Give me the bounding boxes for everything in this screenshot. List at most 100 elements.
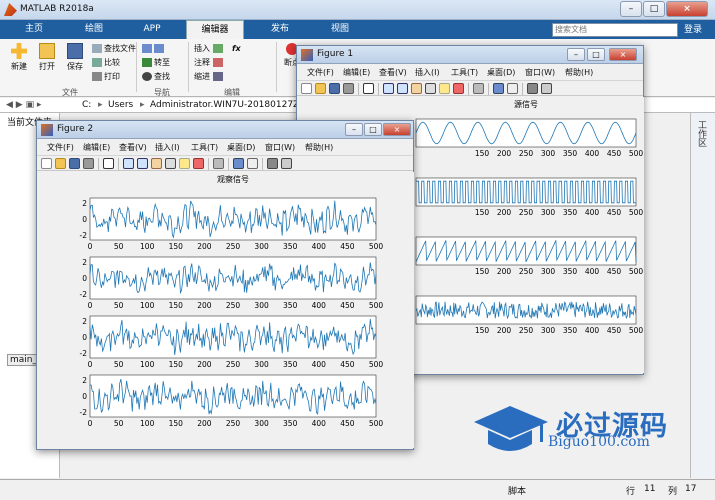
path-admin[interactable]: Administrator.WIN7U-20180127Z bbox=[150, 100, 299, 110]
figure1-minimize-button[interactable]: – bbox=[567, 48, 585, 61]
brush-icon[interactable] bbox=[193, 158, 204, 169]
pointer-icon[interactable] bbox=[103, 158, 114, 169]
data-cursor-icon[interactable] bbox=[439, 83, 450, 94]
x-tick-label: 250 bbox=[519, 208, 534, 217]
goto-button[interactable]: 转至 bbox=[142, 57, 170, 69]
y-tick-label: 0 bbox=[82, 333, 87, 342]
nav-arrows-icon[interactable]: ◀ ▶ ▣ ▸ bbox=[6, 100, 41, 110]
axes-box bbox=[89, 315, 377, 359]
menu-tools[interactable]: 工具(T) bbox=[451, 67, 478, 78]
indent-button[interactable]: 缩进 bbox=[194, 71, 225, 83]
tab-plots[interactable]: 绘图 bbox=[72, 20, 116, 39]
path-drive[interactable]: C: bbox=[82, 100, 91, 110]
print-icon[interactable] bbox=[83, 158, 94, 169]
print-button[interactable]: 打印 bbox=[92, 71, 120, 83]
tab-publish[interactable]: 发布 bbox=[258, 20, 302, 39]
figure2-window[interactable]: Figure 2 – □ × 文件(F) 编辑(E) 查看(V) 插入(I) 工… bbox=[36, 120, 414, 450]
pointer-icon[interactable] bbox=[363, 83, 374, 94]
zoom-in-icon[interactable] bbox=[383, 83, 394, 94]
menu-desktop[interactable]: 桌面(D) bbox=[227, 142, 255, 153]
menu-view[interactable]: 查看(V) bbox=[379, 67, 407, 78]
menu-insert[interactable]: 插入(I) bbox=[415, 67, 440, 78]
tab-view[interactable]: 视图 bbox=[318, 20, 362, 39]
new-file-icon[interactable] bbox=[301, 83, 312, 94]
colorbar-icon[interactable] bbox=[493, 83, 504, 94]
menu-desktop[interactable]: 桌面(D) bbox=[487, 67, 515, 78]
menu-edit[interactable]: 编辑(E) bbox=[83, 142, 110, 153]
ribbon-separator bbox=[276, 42, 277, 92]
menu-view[interactable]: 查看(V) bbox=[119, 142, 147, 153]
show-tools-icon[interactable] bbox=[541, 83, 552, 94]
data-cursor-icon[interactable] bbox=[179, 158, 190, 169]
insert-button[interactable]: 插入 bbox=[194, 43, 225, 55]
save-button[interactable]: 保存 bbox=[62, 43, 88, 72]
open-folder-icon[interactable] bbox=[315, 83, 326, 94]
link-icon[interactable] bbox=[473, 83, 484, 94]
new-file-icon[interactable] bbox=[41, 158, 52, 169]
menu-window[interactable]: 窗口(W) bbox=[525, 67, 555, 78]
figure2-minimize-button[interactable]: – bbox=[345, 123, 363, 136]
back-forward-buttons[interactable] bbox=[142, 43, 166, 55]
menu-help[interactable]: 帮助(H) bbox=[305, 142, 333, 153]
title-bar: MATLAB R2018a – □ × bbox=[0, 0, 715, 20]
find-files-button[interactable]: 查找文件 bbox=[92, 43, 136, 55]
compare-button[interactable]: 比较 bbox=[92, 57, 120, 69]
toolbar-separator bbox=[262, 158, 263, 170]
rotate-icon[interactable] bbox=[165, 158, 176, 169]
colorbar-icon[interactable] bbox=[233, 158, 244, 169]
close-button[interactable]: × bbox=[666, 1, 708, 17]
menu-tools[interactable]: 工具(T) bbox=[191, 142, 218, 153]
tab-apps[interactable]: APP bbox=[130, 20, 174, 39]
hide-tools-icon[interactable] bbox=[267, 158, 278, 169]
zoom-in-icon[interactable] bbox=[123, 158, 134, 169]
figure1-close-button[interactable]: × bbox=[609, 48, 637, 61]
figure1-title-bar[interactable]: Figure 1 – □ × bbox=[297, 46, 643, 64]
tab-home[interactable]: 主页 bbox=[12, 20, 56, 39]
pan-hand-icon[interactable] bbox=[151, 158, 162, 169]
save-icon[interactable] bbox=[329, 83, 340, 94]
fx-button[interactable]: fx bbox=[232, 43, 241, 55]
x-tick-label: 450 bbox=[607, 149, 622, 158]
brush-icon[interactable] bbox=[453, 83, 464, 94]
x-tick-label: 500 bbox=[369, 242, 384, 251]
zoom-out-icon[interactable] bbox=[397, 83, 408, 94]
open-button[interactable]: 打开 bbox=[34, 43, 60, 72]
login-button[interactable]: 登录 bbox=[684, 22, 702, 35]
figure2-close-button[interactable]: × bbox=[383, 123, 411, 136]
menu-edit[interactable]: 编辑(E) bbox=[343, 67, 370, 78]
rotate-icon[interactable] bbox=[425, 83, 436, 94]
figure-icon bbox=[301, 49, 313, 61]
figure2-maximize-button[interactable]: □ bbox=[364, 123, 382, 136]
legend-icon[interactable] bbox=[507, 83, 518, 94]
find-button[interactable]: 查找 bbox=[142, 71, 170, 83]
open-folder-icon[interactable] bbox=[55, 158, 66, 169]
figure2-title-bar[interactable]: Figure 2 – □ × bbox=[37, 121, 413, 139]
zoom-out-icon[interactable] bbox=[137, 158, 148, 169]
status-row: 11 bbox=[644, 484, 656, 494]
minimize-button[interactable]: – bbox=[620, 1, 642, 17]
search-input[interactable]: 搜索文档 bbox=[552, 23, 678, 37]
menu-help[interactable]: 帮助(H) bbox=[565, 67, 593, 78]
tab-editor[interactable]: 编辑器 bbox=[186, 20, 244, 39]
maximize-button[interactable]: □ bbox=[643, 1, 665, 17]
x-tick-label: 450 bbox=[340, 301, 355, 310]
x-tick-label: 350 bbox=[283, 360, 298, 369]
pan-hand-icon[interactable] bbox=[411, 83, 422, 94]
x-tick-label: 100 bbox=[140, 360, 155, 369]
menu-window[interactable]: 窗口(W) bbox=[265, 142, 295, 153]
show-tools-icon[interactable] bbox=[281, 158, 292, 169]
comment-button[interactable]: 注释 bbox=[194, 57, 225, 69]
print-icon[interactable] bbox=[343, 83, 354, 94]
link-icon[interactable] bbox=[213, 158, 224, 169]
path-users[interactable]: Users bbox=[108, 100, 133, 110]
menu-file[interactable]: 文件(F) bbox=[307, 67, 334, 78]
new-button[interactable]: 新建 bbox=[6, 43, 32, 72]
save-icon[interactable] bbox=[69, 158, 80, 169]
figure1-maximize-button[interactable]: □ bbox=[587, 48, 605, 61]
workspace-label[interactable]: 工作区 bbox=[695, 120, 708, 147]
legend-icon[interactable] bbox=[247, 158, 258, 169]
menu-insert[interactable]: 插入(I) bbox=[155, 142, 180, 153]
x-tick-label: 250 bbox=[226, 242, 241, 251]
menu-file[interactable]: 文件(F) bbox=[47, 142, 74, 153]
hide-tools-icon[interactable] bbox=[527, 83, 538, 94]
